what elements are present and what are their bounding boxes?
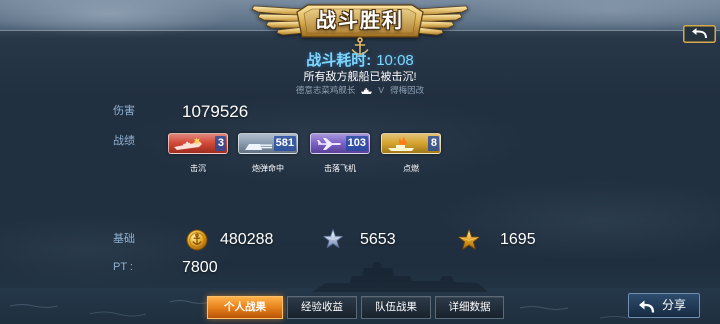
sunk-count: 3 <box>215 136 226 151</box>
ignite-label: 点燃 <box>403 164 419 173</box>
badge-planes-shot: 103 击落飞机 <box>310 133 370 173</box>
captain-info: 德意志菜鸡舰长 V 得梅因改 <box>0 86 720 95</box>
planes-shot-label: 击落飞机 <box>324 164 356 173</box>
record-label: 战绩 <box>113 135 135 147</box>
planes-shot-count: 103 <box>345 136 368 151</box>
battle-result-screen: 战斗胜利 战斗耗时: 10:08 所有敌方舰船已被击沉! 德意志菜鸡舰长 V 得梅… <box>0 0 720 324</box>
victory-emblem: 战斗胜利 <box>250 0 470 58</box>
badge-ignite: 8 点燃 <box>381 133 441 173</box>
duration-value: 10:08 <box>376 52 414 69</box>
ship-name: 得梅因改 <box>390 85 425 95</box>
victory-title: 战斗胜利 <box>316 10 404 32</box>
shell-hits-badge[interactable]: 581 <box>238 133 298 154</box>
silver-star-reward-value: 5653 <box>360 231 396 248</box>
gold-coin-icon <box>186 229 208 251</box>
sunk-ship-icon <box>174 137 202 150</box>
pt-label: PT : <box>113 261 133 273</box>
coin-reward-value: 480288 <box>220 231 274 248</box>
shell-hit-icon <box>245 144 272 150</box>
badge-shell-hits: 581 炮弹命中 <box>238 133 298 173</box>
bottom-shade <box>0 286 720 324</box>
damage-label: 伤害 <box>113 105 135 117</box>
ignite-count: 8 <box>428 136 439 151</box>
share-button[interactable]: 分享 <box>628 293 700 318</box>
plane-shot-down-icon <box>317 138 342 150</box>
tab-team-results[interactable]: 队伍战果 <box>361 296 431 319</box>
ignite-badge[interactable]: 8 <box>381 133 441 154</box>
tab-personal-results[interactable]: 个人战果 <box>207 296 283 319</box>
result-message: 所有敌方舰船已被击沉! <box>303 71 417 83</box>
silver-star-icon <box>323 229 343 249</box>
battleship-icon <box>361 87 373 94</box>
sunk-badge[interactable]: 3 <box>168 133 228 154</box>
gold-star-reward-value: 1695 <box>500 231 536 248</box>
pt-value: 7800 <box>182 259 218 276</box>
captain-name: 德意志菜鸡舰长 <box>295 85 356 95</box>
battle-duration: 战斗耗时: 10:08 <box>0 53 720 69</box>
share-icon <box>639 300 655 313</box>
shell-hits-label: 炮弹命中 <box>252 164 284 173</box>
tab-experience-gains[interactable]: 经验收益 <box>287 296 357 319</box>
return-arrow-icon <box>683 25 716 43</box>
shell-hits-count: 581 <box>273 136 296 151</box>
duration-label: 战斗耗时: <box>306 52 372 69</box>
share-label: 分享 <box>662 298 687 312</box>
tab-detailed-data[interactable]: 详细数据 <box>435 296 504 319</box>
badge-sunk: 3 击沉 <box>168 133 228 173</box>
fire-icon <box>388 137 414 151</box>
back-button[interactable] <box>683 25 716 43</box>
damage-value: 1079526 <box>182 102 249 121</box>
ship-tier: V <box>378 85 385 95</box>
sunk-label: 击沉 <box>190 164 206 173</box>
base-label: 基础 <box>113 233 135 245</box>
planes-shot-badge[interactable]: 103 <box>310 133 370 154</box>
gold-star-icon <box>458 229 480 250</box>
